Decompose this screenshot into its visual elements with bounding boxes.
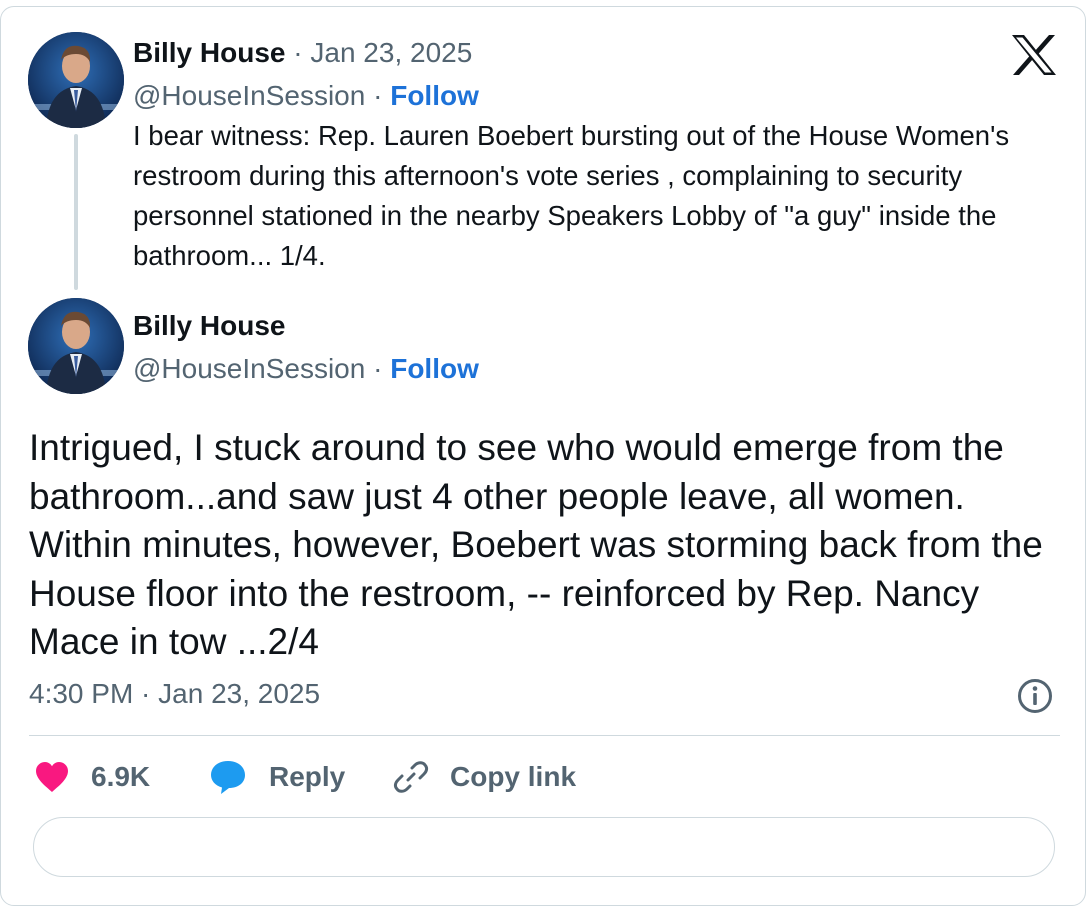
heart-icon: [36, 762, 68, 792]
like-button[interactable]: 6.9K: [34, 757, 150, 797]
tweet-timestamp[interactable]: 4:30 PM · Jan 23, 2025: [29, 676, 320, 712]
quoted-tweet-text: I bear witness: Rep. Lauren Boebert burs…: [133, 120, 1010, 271]
like-count: 6.9K: [91, 761, 151, 792]
quoted-handle-line: @HouseInSession · Follow: [133, 79, 479, 113]
separator-dot: ·: [365, 80, 391, 111]
quoted-tweet-date[interactable]: Jan 23, 2025: [310, 37, 472, 68]
separator-dot: ·: [365, 353, 391, 384]
reply-label: Reply: [269, 761, 346, 792]
copy-link-label: Copy link: [450, 761, 577, 792]
handle-line: @HouseInSession · Follow: [133, 352, 479, 386]
author-avatar[interactable]: [28, 298, 124, 394]
info-icon[interactable]: [1017, 678, 1053, 714]
reply-button[interactable]: Reply: [209, 757, 345, 797]
quoted-author-avatar[interactable]: [28, 32, 124, 128]
copy-link-button[interactable]: Copy link: [393, 757, 576, 797]
link-icon: [393, 761, 429, 793]
thread-connector-line: [74, 134, 78, 290]
quoted-follow-button[interactable]: Follow: [390, 80, 479, 111]
action-divider: [29, 735, 1060, 736]
quoted-author-name[interactable]: Billy House: [133, 37, 285, 68]
follow-button[interactable]: Follow: [390, 353, 479, 384]
author-handle[interactable]: @HouseInSession: [133, 353, 365, 384]
read-replies-button[interactable]: [33, 817, 1055, 877]
quoted-author-line: Billy House · Jan 23, 2025: [133, 36, 472, 70]
speech-bubble-icon: [211, 761, 245, 794]
separator-dot: ·: [285, 37, 311, 68]
author-name[interactable]: Billy House: [133, 310, 285, 341]
author-line: Billy House: [133, 309, 285, 343]
tweet-text: Intrigued, I stuck around to see who wou…: [29, 427, 1043, 662]
x-logo-icon[interactable]: [1011, 34, 1057, 76]
quoted-author-handle[interactable]: @HouseInSession: [133, 80, 365, 111]
